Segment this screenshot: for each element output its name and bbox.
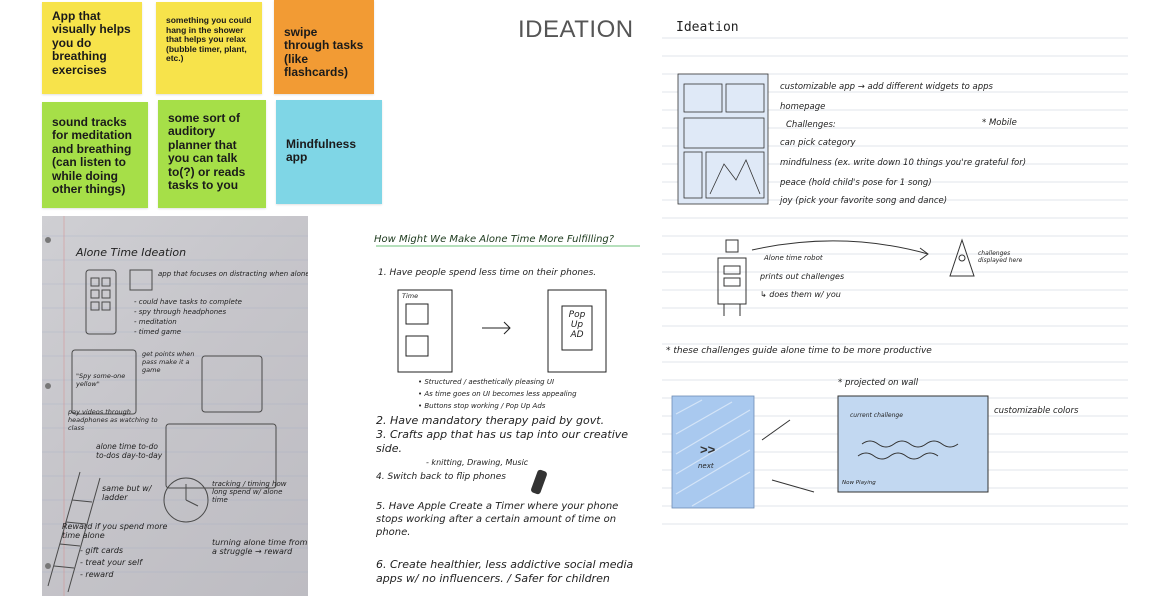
sketch-right-line: mindfulness (ex. write down 10 things yo… — [780, 158, 1027, 168]
robot2-label: challenges displayed here — [978, 250, 1023, 264]
sketch-left-note: app that focuses on distracting when alo… — [158, 270, 308, 278]
sketch-right-line: * Mobile — [982, 118, 1017, 128]
sketch-right-line: homepage — [780, 102, 826, 112]
sketch-left-note: turning alone time from a struggle → rew… — [212, 538, 308, 556]
sketch-ideation-right: Ideation customizable app → add differen… — [662, 14, 1128, 534]
sketch-left-title: Alone Time Ideation — [76, 246, 187, 259]
sketch-left-note: alone time to-do to-dos day-to-day — [96, 442, 163, 460]
hmw-title: How Might We Make Alone Time More Fulfil… — [374, 234, 615, 245]
projected-note: * projected on wall — [838, 378, 919, 388]
sketch-how-might-we: How Might We Make Alone Time More Fulfil… — [370, 228, 646, 604]
sketch-right-line: joy (pick your favorite song and dance) — [780, 196, 948, 206]
flip-phone-icon — [531, 469, 547, 495]
sketch-left-note: "Spy some-one yellow" — [76, 372, 126, 388]
hmw-item-2: 2. Have mandatory therapy paid by govt. — [376, 414, 605, 427]
hmw-item-3-sub: - knitting, Drawing, Music — [426, 458, 529, 467]
sketch-left-note: get points when pass make it a game — [142, 350, 195, 374]
projection-bottom-label: Now Playing — [842, 480, 876, 486]
hmw-item-4: 4. Switch back to flip phones — [376, 472, 506, 482]
sketch-left-note: - spy through headphones — [134, 308, 227, 316]
frame-right-label: Pop Up AD — [568, 310, 586, 340]
hmw-bullet: • Structured / aesthetically pleasing UI — [418, 378, 555, 386]
sticky-note-auditory-planner: some sort of auditory planner that you c… — [158, 100, 266, 208]
sketch-left-note: - reward — [80, 570, 114, 579]
sketch-right-line: peace (hold child's pose for 1 song) — [780, 178, 932, 188]
sticky-note-breathing: App that visually helps you do breathing… — [42, 2, 142, 94]
sketch-right-title: Ideation — [676, 20, 739, 35]
hmw-item-3: 3. Crafts app that has us tap into our c… — [376, 428, 629, 455]
sketch-left-note: Reward if you spend more time alone — [62, 522, 168, 540]
challenges-note: * these challenges guide alone time to b… — [666, 346, 932, 356]
sketch-left-note: - meditation — [134, 318, 177, 326]
sticky-note-mindfulness: Mindfulness app — [276, 100, 382, 204]
sticky-note-soundtracks: sound tracks for meditation and breathin… — [42, 102, 148, 208]
sticky-note-swipe: swipe through tasks (like flashcards) — [274, 0, 374, 94]
sketch-photo-alone-time: Alone Time Ideation app that focuses on … — [42, 216, 308, 596]
projection-label: current challenge — [850, 412, 903, 419]
ruled-lines — [662, 37, 1128, 525]
hmw-item-5: 5. Have Apple Create a Timer where your … — [376, 501, 619, 538]
sketch-left-note: tracking / timing how long spend w/ alon… — [212, 480, 287, 504]
sketch-left-note: same but w/ ladder — [102, 484, 152, 502]
hmw-item-1: 1. Have people spend less time on their … — [378, 268, 597, 278]
sketch-right-line: can pick category — [780, 138, 856, 148]
robot-label: Alone time robot — [764, 254, 823, 262]
sketch-left-note: - gift cards — [80, 546, 124, 555]
hmw-bullet: • Buttons stop working / Pop Up Ads — [418, 402, 546, 410]
sketch-right-line: Challenges: — [786, 120, 836, 130]
next-arrows: >> — [700, 442, 716, 457]
hmw-item-6: 6. Create healthier, less addictive soci… — [376, 558, 634, 585]
frame-left-label: Time — [402, 292, 419, 300]
sketch-left-note: - treat your self — [80, 558, 143, 567]
sketch-right-line: customizable app → add different widgets… — [780, 82, 993, 92]
sketch-left-note: - could have tasks to complete — [134, 298, 242, 306]
robot-label: prints out challenges — [760, 272, 845, 281]
page-title: IDEATION — [518, 16, 634, 43]
sketch-left-note: pay videos through headphones as watchin… — [68, 408, 158, 432]
next-label: next — [698, 462, 714, 470]
sticky-note-shower: something you could hang in the shower t… — [156, 2, 262, 94]
sketch-left-note: - timed game — [134, 328, 182, 336]
colors-note: customizable colors — [994, 406, 1079, 416]
robot-label: ↳ does them w/ you — [760, 290, 841, 299]
hmw-bullet: • As time goes on UI becomes less appeal… — [418, 390, 577, 398]
